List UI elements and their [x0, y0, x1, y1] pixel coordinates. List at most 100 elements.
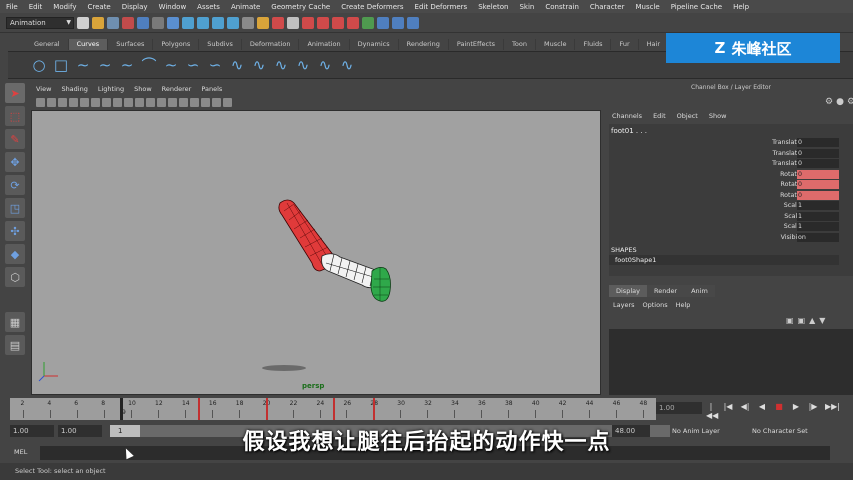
- hypershade-icon[interactable]: [302, 16, 314, 29]
- history-icon[interactable]: [242, 16, 254, 29]
- shelf-tab-fur[interactable]: Fur: [611, 39, 639, 50]
- shelf-tab-animation[interactable]: Animation: [299, 39, 350, 50]
- move-tool-icon[interactable]: ✥: [5, 152, 25, 172]
- new-scene-icon[interactable]: [77, 16, 89, 29]
- shelf-tab-painteffects[interactable]: PaintEffects: [449, 39, 505, 50]
- ep-curve-icon[interactable]: ∼: [96, 56, 114, 74]
- menu-window[interactable]: Window: [159, 3, 187, 11]
- wireframe-icon[interactable]: [146, 98, 155, 107]
- channel-value[interactable]: on: [797, 232, 839, 242]
- camera-attr-icon[interactable]: [36, 98, 45, 107]
- channel-label[interactable]: Translate Y: [697, 149, 807, 159]
- render-icon[interactable]: [257, 16, 269, 29]
- channel-value[interactable]: 0: [797, 148, 839, 158]
- xray-icon[interactable]: [201, 98, 210, 107]
- gear-icon[interactable]: ⚙: [847, 97, 853, 107]
- uv-icon[interactable]: [347, 16, 359, 29]
- universal-manipulator-icon[interactable]: ✣: [5, 221, 25, 241]
- shelf-tab-general[interactable]: General: [26, 39, 69, 50]
- arc-icon[interactable]: ⌒: [140, 56, 158, 74]
- channel-value[interactable]: 0: [797, 138, 839, 147]
- menu-modify[interactable]: Modify: [53, 3, 76, 11]
- layer-menu-layers[interactable]: Layers: [613, 301, 635, 309]
- nurbs-circle-icon[interactable]: ○: [30, 56, 48, 74]
- select-hierarchy-icon[interactable]: [122, 16, 134, 29]
- channel-value[interactable]: 0: [797, 159, 839, 168]
- layer-menu-options[interactable]: Options: [643, 301, 668, 309]
- tool-settings-icon[interactable]: [392, 16, 404, 29]
- camera-icon[interactable]: [223, 98, 232, 107]
- gear-icon[interactable]: ⚙: [825, 97, 833, 107]
- offset-curve-icon[interactable]: ∿: [272, 56, 290, 74]
- save-scene-icon[interactable]: [107, 16, 119, 29]
- bookmark-icon[interactable]: [47, 98, 56, 107]
- shelf-tab-polygons[interactable]: Polygons: [153, 39, 200, 50]
- go-to-start-icon[interactable]: |◀◀: [706, 402, 718, 420]
- shelf-tab-curves[interactable]: Curves: [68, 39, 109, 50]
- mode-select[interactable]: Animation ▼: [6, 16, 74, 29]
- layer-menu-help[interactable]: Help: [676, 301, 691, 309]
- textured-icon[interactable]: [168, 98, 177, 107]
- shelf-tab-rendering[interactable]: Rendering: [399, 39, 449, 50]
- shelf-tab-subdivs[interactable]: Subdivs: [199, 39, 242, 50]
- sphere-icon[interactable]: ●: [836, 97, 844, 107]
- scale-tool-icon[interactable]: ◳: [5, 198, 25, 218]
- play-forwards-icon[interactable]: ▶: [791, 402, 801, 420]
- new-layer-selected-icon[interactable]: ▣: [798, 316, 806, 325]
- layer-tab-display[interactable]: Display: [609, 285, 647, 297]
- move-layer-up-icon[interactable]: ▲: [809, 316, 815, 325]
- select-object-icon[interactable]: [137, 16, 149, 29]
- render-settings-icon[interactable]: [287, 16, 299, 29]
- keyframe-marker[interactable]: [333, 398, 335, 420]
- field-chart-icon[interactable]: [113, 98, 122, 107]
- perspective-viewport[interactable]: persp: [31, 110, 601, 395]
- menu-create-deformers[interactable]: Create Deformers: [341, 3, 403, 11]
- safe-action-icon[interactable]: [124, 98, 133, 107]
- select-component-icon[interactable]: [152, 16, 164, 29]
- lights-icon[interactable]: [179, 98, 188, 107]
- layer-list[interactable]: [609, 329, 853, 395]
- layer-editor-toggle-icon[interactable]: [407, 16, 419, 29]
- menu-help[interactable]: Help: [733, 3, 749, 11]
- keyframe-marker[interactable]: [373, 398, 376, 420]
- channel-value[interactable]: 0: [797, 190, 839, 200]
- menu-display[interactable]: Display: [122, 3, 148, 11]
- rotate-tool-icon[interactable]: ⟳: [5, 175, 25, 195]
- paint-icon[interactable]: [332, 16, 344, 29]
- shelf-tab-hair[interactable]: Hair: [639, 39, 670, 50]
- layout-single-pane-icon[interactable]: ▦: [5, 312, 25, 332]
- panel-menu-lighting[interactable]: Lighting: [98, 85, 124, 96]
- step-back-frame-icon[interactable]: ◀|: [740, 402, 750, 420]
- menu-edit-deformers[interactable]: Edit Deformers: [415, 3, 468, 11]
- sculpt-icon[interactable]: [317, 16, 329, 29]
- image-plane-icon[interactable]: [58, 98, 67, 107]
- channel-value[interactable]: 1: [797, 222, 839, 231]
- menu-edit[interactable]: Edit: [29, 3, 43, 11]
- shelf-tab-dynamics[interactable]: Dynamics: [350, 39, 399, 50]
- smooth-shade-icon[interactable]: [157, 98, 166, 107]
- keyframe-marker[interactable]: [198, 398, 201, 420]
- insert-knot-icon[interactable]: ∿: [228, 56, 246, 74]
- channel-label[interactable]: Scale Y: [697, 212, 807, 222]
- curve-editing-icon[interactable]: ∿: [338, 56, 356, 74]
- channel-menu-show[interactable]: Show: [709, 112, 727, 120]
- attach-curve-icon[interactable]: ∽: [184, 56, 202, 74]
- menu-character[interactable]: Character: [590, 3, 625, 11]
- shadows-icon[interactable]: [190, 98, 199, 107]
- detach-curve-icon[interactable]: ∽: [206, 56, 224, 74]
- panel-menu-renderer[interactable]: Renderer: [162, 85, 192, 96]
- grid-icon[interactable]: [69, 98, 78, 107]
- channel-label[interactable]: Visibility: [697, 233, 807, 243]
- channel-box-object-name[interactable]: foot01 . . .: [611, 127, 647, 135]
- foot-mesh[interactable]: [370, 267, 391, 302]
- resolution-gate-icon[interactable]: [91, 98, 100, 107]
- shelf-tab-deformation[interactable]: Deformation: [242, 39, 300, 50]
- text-curve-icon[interactable]: ∼: [162, 56, 180, 74]
- snap-grid-icon[interactable]: [182, 16, 194, 29]
- open-scene-icon[interactable]: [92, 16, 104, 29]
- add-points-icon[interactable]: ∿: [316, 56, 334, 74]
- menu-skin[interactable]: Skin: [519, 3, 534, 11]
- shelf-tab-muscle[interactable]: Muscle: [536, 39, 576, 50]
- soft-mod-tool-icon[interactable]: ◆: [5, 244, 25, 264]
- paint-select-tool-icon[interactable]: ✎: [5, 129, 25, 149]
